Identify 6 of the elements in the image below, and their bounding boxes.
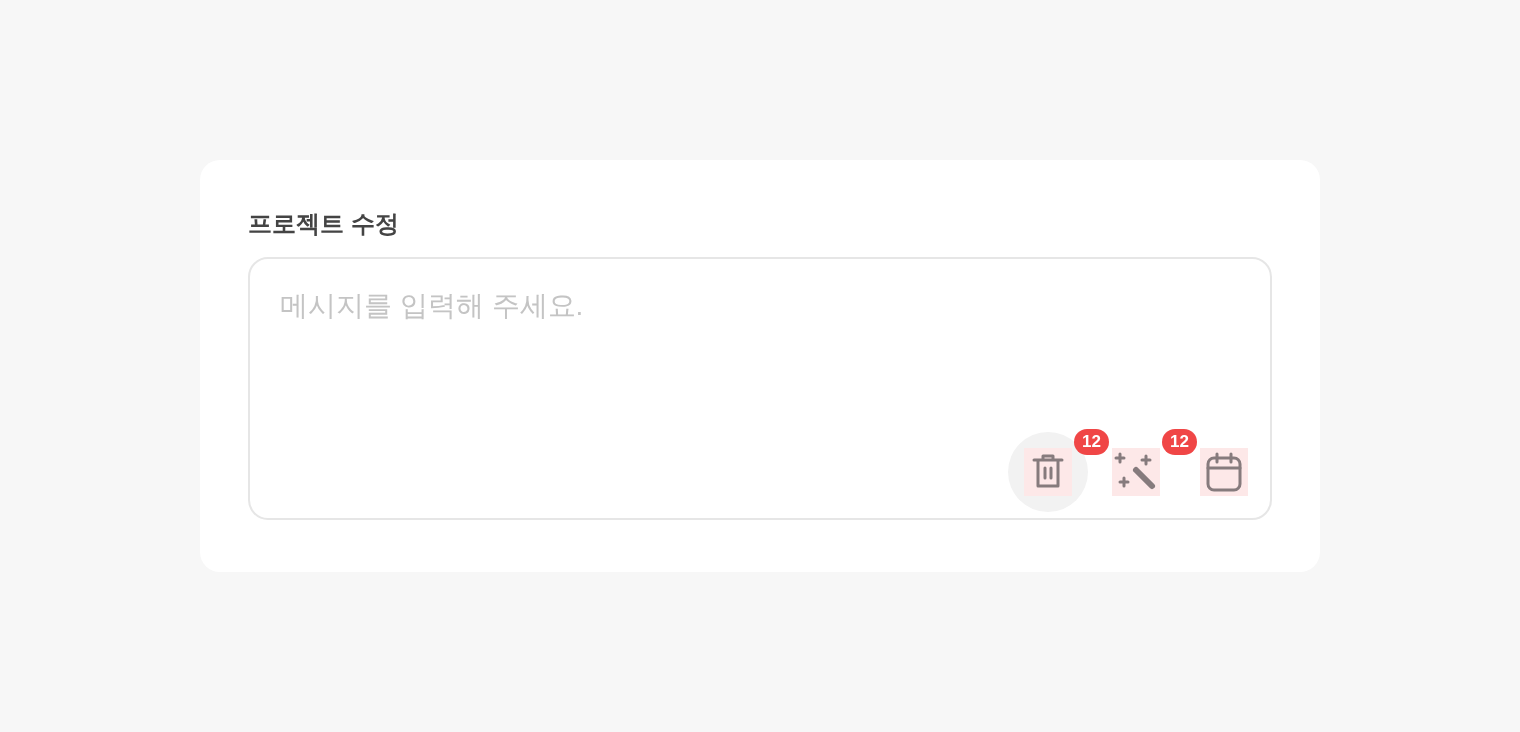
trash-icon [1024, 448, 1072, 497]
count-badge: 12 [1074, 429, 1109, 456]
calendar-icon [1200, 448, 1248, 497]
magic-wand-icon [1112, 448, 1160, 497]
form-title: 프로젝트 수정 [248, 209, 400, 239]
count-badge: 12 [1162, 429, 1197, 456]
